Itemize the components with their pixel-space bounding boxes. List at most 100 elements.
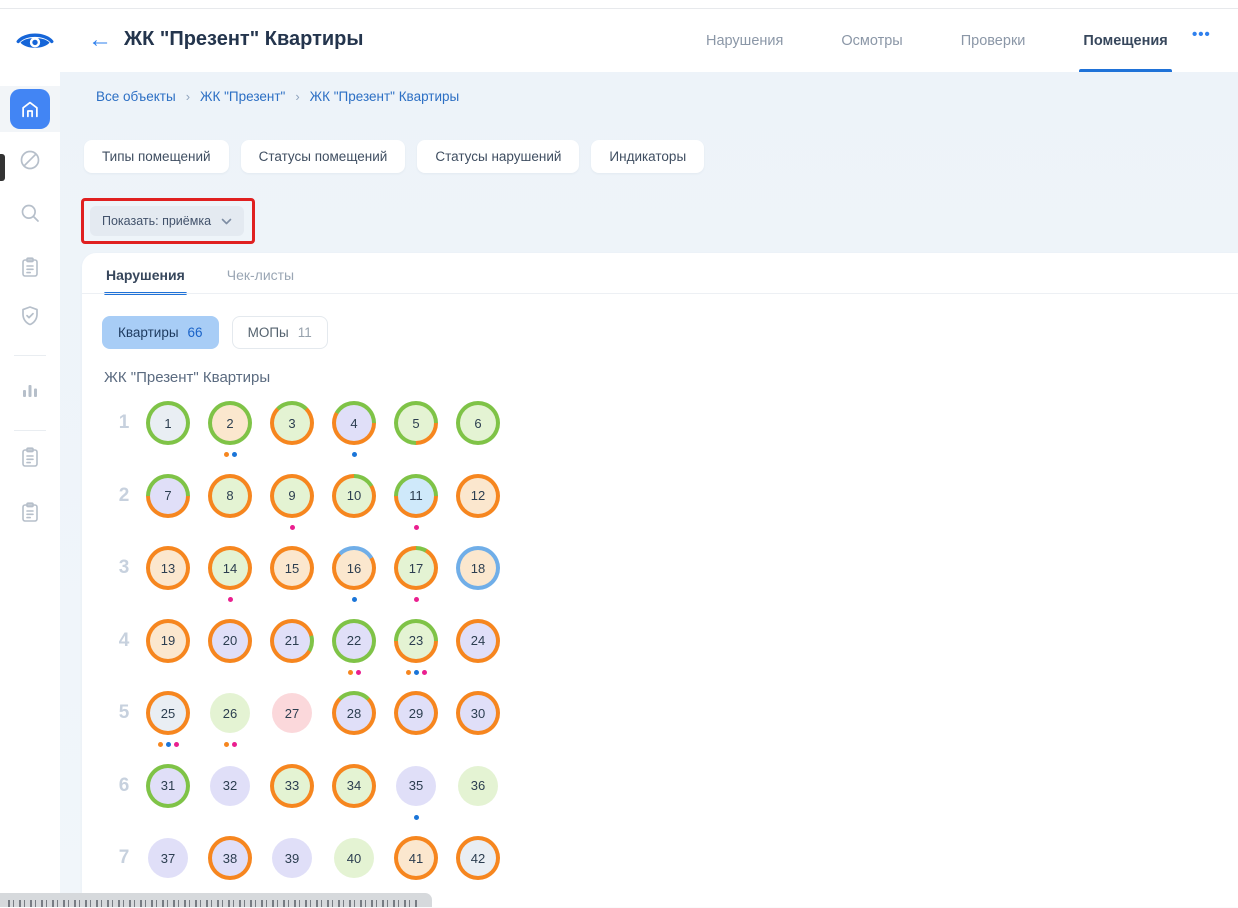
unit-indicator-dots <box>332 670 376 675</box>
sidebar-item-home-0[interactable] <box>10 89 50 129</box>
unit-circle-29[interactable]: 29 <box>394 691 438 757</box>
unit-circle-1[interactable]: 1 <box>146 401 190 467</box>
unit-number: 31 <box>150 768 186 804</box>
breadcrumb-item-0[interactable]: Все объекты <box>96 89 176 104</box>
app-logo[interactable] <box>16 29 56 55</box>
sidebar-item-shield-check-4[interactable] <box>18 304 42 328</box>
unit-number: 25 <box>150 695 186 731</box>
unit-number: 26 <box>210 693 250 733</box>
unit-circle-14[interactable]: 14 <box>208 546 252 612</box>
unit-circle-31[interactable]: 31 <box>146 764 190 830</box>
more-menu-button[interactable]: ••• <box>1186 25 1217 44</box>
unit-ring: 20 <box>208 619 252 663</box>
unit-circle-17[interactable]: 17 <box>394 546 438 612</box>
breadcrumb-item-1[interactable]: ЖК "Презент" <box>200 89 285 104</box>
unit-circle-4[interactable]: 4 <box>332 401 376 467</box>
indicator-dot-o <box>224 742 229 747</box>
unit-circle-35[interactable]: 35 <box>394 764 438 830</box>
unit-circle-26[interactable]: 26 <box>208 691 252 757</box>
unit-circle-33[interactable]: 33 <box>270 764 314 830</box>
nav-tab-проверки[interactable]: Проверки <box>957 9 1030 72</box>
back-button[interactable]: ← <box>88 27 112 53</box>
clipboard-icon <box>18 255 42 279</box>
unit-ring: 3 <box>270 401 314 445</box>
status-bar <box>0 893 432 907</box>
unit-circle-24[interactable]: 24 <box>456 619 500 685</box>
unit-circle-18[interactable]: 18 <box>456 546 500 612</box>
row-label: 5 <box>110 702 138 724</box>
unit-circle-22[interactable]: 22 <box>332 619 376 685</box>
breadcrumb-item-2[interactable]: ЖК "Презент" Квартиры <box>310 89 460 104</box>
filter-button-1[interactable]: Статусы помещений <box>241 140 406 173</box>
unit-circle-32[interactable]: 32 <box>208 764 252 830</box>
unit-number: 41 <box>398 840 434 876</box>
unit-number: 2 <box>212 405 248 441</box>
unit-number: 4 <box>336 405 372 441</box>
unit-circle-13[interactable]: 13 <box>146 546 190 612</box>
category-chip-квартиры[interactable]: Квартиры66 <box>102 316 219 349</box>
sidebar-item-bar-chart-5[interactable] <box>18 378 42 402</box>
unit-circle-3[interactable]: 3 <box>270 401 314 467</box>
sidebar-item-search-2[interactable] <box>18 201 42 225</box>
sidebar-item-clipboard-3[interactable] <box>18 255 42 279</box>
unit-circle-2[interactable]: 2 <box>208 401 252 467</box>
unit-number: 10 <box>336 478 372 514</box>
unit-number: 42 <box>460 840 496 876</box>
unit-ring: 25 <box>146 691 190 735</box>
unit-circle-10[interactable]: 10 <box>332 474 376 540</box>
bar-chart-icon <box>18 378 42 402</box>
unit-circle-27[interactable]: 27 <box>270 691 314 757</box>
show-filter-dropdown[interactable]: Показать: приёмка <box>90 206 244 236</box>
unit-ring: 16 <box>332 546 376 590</box>
sidebar-item-prohibition-1[interactable] <box>18 148 42 172</box>
row-label: 1 <box>110 412 138 434</box>
unit-circle-21[interactable]: 21 <box>270 619 314 685</box>
content-tab-чек-листы[interactable]: Чек-листы <box>225 253 296 295</box>
unit-circle-23[interactable]: 23 <box>394 619 438 685</box>
unit-number: 16 <box>336 550 372 586</box>
unit-ring: 32 <box>208 764 252 808</box>
filter-button-3[interactable]: Индикаторы <box>591 140 704 173</box>
unit-number: 18 <box>460 550 496 586</box>
unit-indicator-dots <box>208 452 252 457</box>
unit-circle-12[interactable]: 12 <box>456 474 500 540</box>
unit-circle-8[interactable]: 8 <box>208 474 252 540</box>
clipboard-icon <box>18 500 42 524</box>
unit-circle-9[interactable]: 9 <box>270 474 314 540</box>
unit-ring: 35 <box>394 764 438 808</box>
breadcrumb: Все объекты›ЖК "Презент"›ЖК "Презент" Кв… <box>96 89 459 104</box>
home-icon <box>19 98 41 120</box>
unit-circle-11[interactable]: 11 <box>394 474 438 540</box>
unit-circle-34[interactable]: 34 <box>332 764 376 830</box>
unit-circle-42[interactable]: 42 <box>456 836 500 902</box>
content-tab-нарушения[interactable]: Нарушения <box>104 253 187 295</box>
left-edge-marker <box>0 154 5 181</box>
unit-circle-36[interactable]: 36 <box>456 764 500 830</box>
unit-ring: 5 <box>394 401 438 445</box>
filter-button-0[interactable]: Типы помещений <box>84 140 229 173</box>
unit-circle-16[interactable]: 16 <box>332 546 376 612</box>
unit-circle-6[interactable]: 6 <box>456 401 500 467</box>
category-chip-мопы[interactable]: МОПы11 <box>232 316 328 349</box>
unit-circle-19[interactable]: 19 <box>146 619 190 685</box>
unit-number: 14 <box>212 550 248 586</box>
sidebar-item-clipboard-6[interactable] <box>18 445 42 469</box>
unit-circle-20[interactable]: 20 <box>208 619 252 685</box>
unit-circle-7[interactable]: 7 <box>146 474 190 540</box>
prohibition-icon <box>18 148 42 172</box>
nav-tab-нарушения[interactable]: Нарушения <box>702 9 787 72</box>
unit-circle-30[interactable]: 30 <box>456 691 500 757</box>
indicator-dot-m <box>290 525 295 530</box>
unit-indicator-dots <box>394 670 438 675</box>
unit-number: 29 <box>398 695 434 731</box>
sidebar-item-clipboard-7[interactable] <box>18 500 42 524</box>
unit-circle-28[interactable]: 28 <box>332 691 376 757</box>
shield-check-icon <box>18 304 42 328</box>
unit-circle-25[interactable]: 25 <box>146 691 190 757</box>
unit-circle-15[interactable]: 15 <box>270 546 314 612</box>
nav-tab-осмотры[interactable]: Осмотры <box>837 9 906 72</box>
unit-number: 17 <box>398 550 434 586</box>
filter-button-2[interactable]: Статусы нарушений <box>417 140 579 173</box>
unit-circle-5[interactable]: 5 <box>394 401 438 467</box>
nav-tab-помещения[interactable]: Помещения <box>1079 9 1171 72</box>
